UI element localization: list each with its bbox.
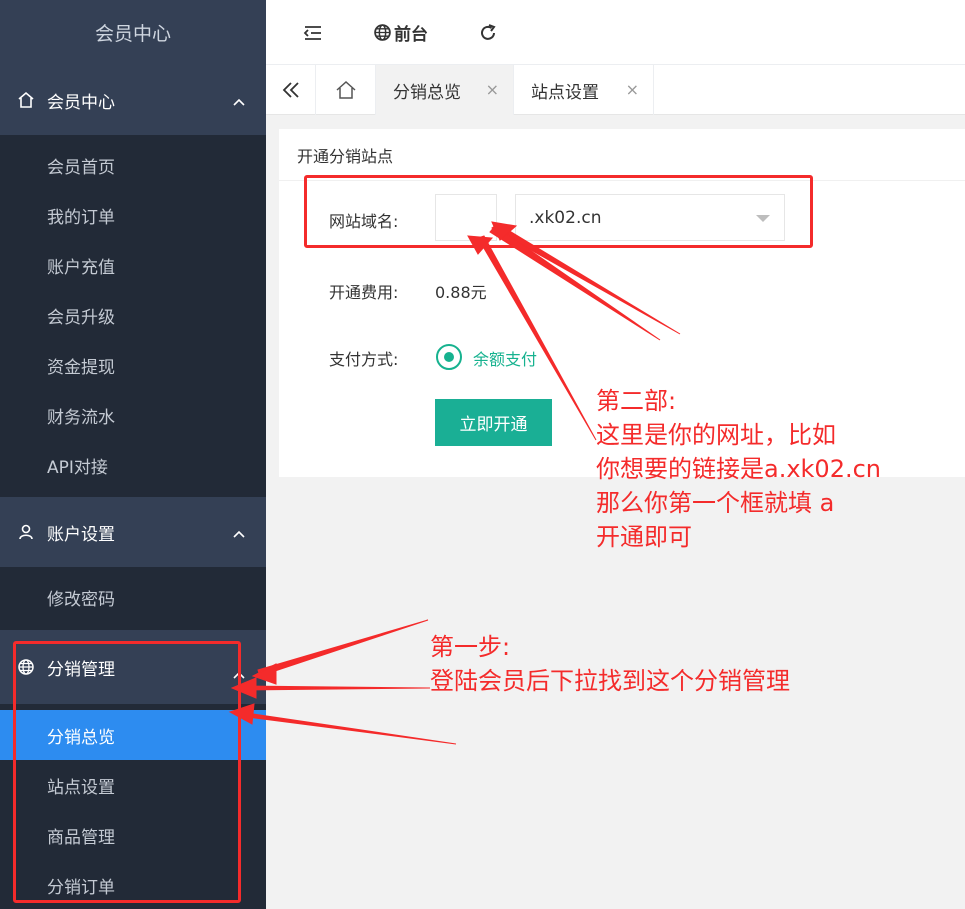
annotation-box-domain — [304, 175, 813, 248]
annotation-line: 登陆会员后下拉找到这个分销管理 — [430, 667, 790, 695]
annotation-line: 第一步: — [430, 633, 511, 661]
globe-icon — [374, 24, 391, 41]
sidebar-group-member-center[interactable]: 会员中心 — [0, 65, 266, 135]
balance-pay-label[interactable]: 余额支付 — [473, 346, 537, 370]
sidebar-group-label: 账户设置 — [47, 524, 115, 545]
user-icon — [17, 523, 35, 541]
tab-label: 分销总览 — [393, 82, 461, 103]
balance-pay-radio[interactable] — [436, 344, 462, 370]
topbar: 前台 — [266, 0, 965, 65]
annotation-arrow — [239, 685, 431, 691]
card-title: 开通分销站点 — [279, 129, 965, 181]
tab-home[interactable] — [316, 65, 376, 115]
home-icon — [17, 91, 35, 109]
sidebar-item-finance-log[interactable]: 财务流水 — [0, 390, 266, 440]
close-icon[interactable]: × — [626, 80, 639, 99]
frontend-link[interactable]: 前台 — [373, 0, 428, 65]
submenu-member-center: 会员首页 我的订单 账户充值 会员升级 资金提现 财务流水 API对接 — [0, 135, 266, 497]
double-chevron-left-icon — [282, 82, 299, 98]
close-icon[interactable]: × — [486, 80, 499, 99]
tabs-scroll-left[interactable] — [266, 65, 316, 115]
chevron-up-icon — [233, 530, 245, 538]
annotation-step1: 第一步: 登陆会员后下拉找到这个分销管理 — [430, 630, 790, 698]
annotation-line: 你想要的链接是a.xk02.cn — [596, 455, 882, 483]
chevron-up-icon — [233, 98, 245, 106]
payment-label: 支付方式: — [329, 350, 399, 369]
refresh-icon[interactable] — [477, 22, 499, 48]
fee-value: 0.88元 — [435, 283, 487, 302]
sidebar-item-withdraw[interactable]: 资金提现 — [0, 340, 266, 390]
sidebar-item-upgrade[interactable]: 会员升级 — [0, 290, 266, 340]
annotation-step2: 第二部: 这里是你的网址，比如 你想要的链接是a.xk02.cn 那么你第一个框… — [596, 384, 881, 554]
annotation-line: 开通即可 — [596, 523, 692, 551]
sidebar-item-member-home[interactable]: 会员首页 — [0, 140, 266, 190]
tab-label: 站点设置 — [531, 82, 599, 103]
tab-site-settings[interactable]: 站点设置 × — [514, 65, 654, 115]
tabs-bar: 分销总览 × 站点设置 × — [266, 65, 965, 115]
sidebar-logo: 会员中心 — [0, 0, 266, 65]
annotation-box-distribution — [13, 641, 241, 903]
home-icon — [336, 80, 355, 99]
sidebar-item-change-password[interactable]: 修改密码 — [0, 572, 266, 622]
fee-label: 开通费用: — [329, 283, 399, 302]
frontend-label: 前台 — [394, 25, 428, 45]
sidebar-item-api[interactable]: API对接 — [0, 440, 266, 490]
annotation-line: 这里是你的网址，比如 — [596, 421, 836, 449]
sidebar-group-label: 会员中心 — [47, 92, 115, 113]
sidebar-group-account-settings[interactable]: 账户设置 — [0, 497, 266, 567]
annotation-arrow — [257, 619, 429, 677]
annotation-line: 第二部: — [596, 387, 677, 415]
tab-distribution-overview[interactable]: 分销总览 × — [376, 65, 514, 115]
annotation-line: 那么你第一个框就填 a — [596, 489, 835, 517]
sidebar-item-recharge[interactable]: 账户充值 — [0, 240, 266, 290]
menu-collapse-icon[interactable] — [302, 22, 324, 48]
annotation-arrow — [239, 711, 457, 745]
sidebar-item-my-orders[interactable]: 我的订单 — [0, 190, 266, 240]
open-now-button[interactable]: 立即开通 — [435, 399, 552, 446]
submenu-account-settings: 修改密码 — [0, 567, 266, 630]
